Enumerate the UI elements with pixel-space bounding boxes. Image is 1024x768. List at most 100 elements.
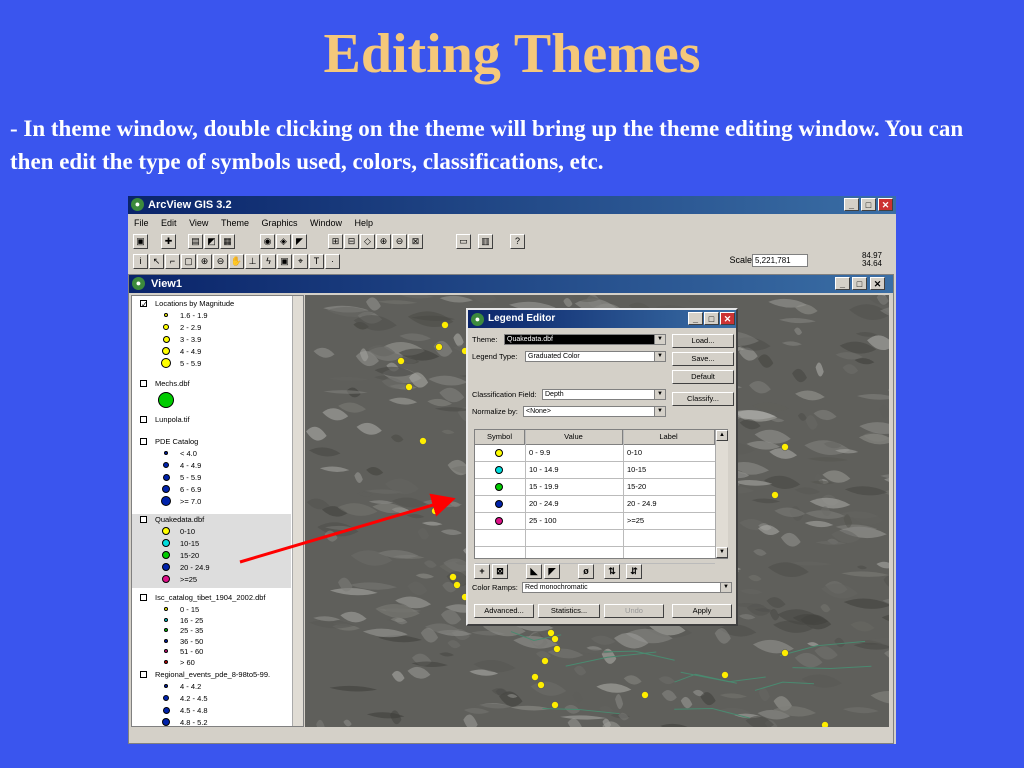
zoom-in-icon[interactable]: ⊕ bbox=[376, 234, 391, 249]
legend-empty-row[interactable] bbox=[475, 547, 715, 564]
add-class-icon[interactable]: + bbox=[474, 564, 490, 579]
class-symbol[interactable] bbox=[495, 483, 503, 491]
class-label[interactable]: 10-15 bbox=[627, 462, 646, 478]
class-label[interactable]: >=25 bbox=[627, 513, 644, 529]
add-theme-icon[interactable]: ✚ bbox=[161, 234, 176, 249]
color-ramps-select[interactable]: Red monochromatic ▼ bbox=[522, 582, 732, 593]
hotlink-icon[interactable]: ϟ bbox=[261, 254, 276, 269]
legend-class-row[interactable]: 0 - 9.9 0-10 bbox=[475, 445, 715, 462]
menu-window[interactable]: Window bbox=[310, 215, 342, 231]
pan-icon[interactable]: ✋ bbox=[229, 254, 244, 269]
zoom-in-tool-icon[interactable]: ⊕ bbox=[197, 254, 212, 269]
draw-point-icon[interactable]: · bbox=[325, 254, 340, 269]
theme-visibility-checkbox[interactable] bbox=[140, 516, 147, 523]
chart-icon[interactable]: ▥ bbox=[478, 234, 493, 249]
identify-icon[interactable]: i bbox=[133, 254, 148, 269]
theme-select[interactable]: Quakedata.dbf ▼ bbox=[504, 334, 666, 345]
theme-visibility-checkbox[interactable] bbox=[140, 671, 147, 678]
sort-classes-icon[interactable]: ⇵ bbox=[626, 564, 642, 579]
minimize-button[interactable]: _ bbox=[844, 198, 859, 211]
default-button[interactable]: Default bbox=[672, 370, 734, 384]
load-button[interactable]: Load... bbox=[672, 334, 734, 348]
theme-properties-icon[interactable]: ▤ bbox=[188, 234, 203, 249]
color-ramp-icon[interactable]: ◤ bbox=[544, 564, 560, 579]
class-value[interactable]: 25 - 100 bbox=[529, 513, 557, 529]
find-icon[interactable]: ◉ bbox=[260, 234, 275, 249]
toc-theme[interactable]: Quakedata.dbf 0-10 10-15 15-20 20 - 24.9 >=25 bbox=[132, 514, 291, 588]
theme-visibility-checkbox[interactable] bbox=[140, 438, 147, 445]
view-maximize-button[interactable]: □ bbox=[852, 277, 867, 290]
undo-button[interactable]: Undo bbox=[604, 604, 664, 618]
symbol-ramp-icon[interactable]: ◣ bbox=[526, 564, 542, 579]
edit-legend-icon[interactable]: ◩ bbox=[204, 234, 219, 249]
toc-theme[interactable]: Regional_events_pde_8-98to5-99. 4 - 4.2 4.… bbox=[132, 669, 291, 726]
zoom-selected-icon[interactable]: ◇ bbox=[360, 234, 375, 249]
theme-visibility-checkbox[interactable] bbox=[140, 380, 147, 387]
col-value[interactable]: Value bbox=[525, 430, 623, 444]
legend-class-row[interactable]: 20 - 24.9 20 - 24.9 bbox=[475, 496, 715, 513]
select-feature-icon[interactable]: ▢ bbox=[181, 254, 196, 269]
view-minimize-button[interactable]: _ bbox=[835, 277, 850, 290]
legend-minimize-button[interactable]: _ bbox=[688, 312, 703, 325]
close-button[interactable]: ✕ bbox=[878, 198, 893, 211]
legend-empty-row[interactable] bbox=[475, 530, 715, 547]
text-icon[interactable]: T bbox=[309, 254, 324, 269]
class-symbol[interactable] bbox=[495, 500, 503, 508]
theme-visibility-checkbox[interactable]: ✓ bbox=[140, 300, 148, 309]
theme-visibility-checkbox[interactable] bbox=[140, 416, 147, 423]
class-symbol[interactable] bbox=[495, 466, 503, 474]
menu-theme[interactable]: Theme bbox=[221, 215, 249, 231]
pointer-icon[interactable]: ↖ bbox=[149, 254, 164, 269]
zoom-active-icon[interactable]: ⊟ bbox=[344, 234, 359, 249]
class-value[interactable]: 20 - 24.9 bbox=[529, 496, 559, 512]
toc-scrollbar[interactable] bbox=[292, 296, 303, 726]
save-project-icon[interactable]: ▣ bbox=[133, 234, 148, 249]
col-label[interactable]: Label bbox=[623, 430, 715, 444]
toc-theme[interactable]: ✓ Locations by Magnitude 1.6 - 1.9 2 - 2.9 3… bbox=[132, 298, 291, 376]
clear-selection-icon[interactable]: ⊠ bbox=[408, 234, 423, 249]
locate-icon[interactable]: ◈ bbox=[276, 234, 291, 249]
zoom-full-icon[interactable]: ⊞ bbox=[328, 234, 343, 249]
legend-maximize-button[interactable]: □ bbox=[704, 312, 719, 325]
classification-field-select[interactable]: Depth ▼ bbox=[542, 389, 666, 400]
query-icon[interactable]: ◤ bbox=[292, 234, 307, 249]
class-label[interactable]: 0-10 bbox=[627, 445, 642, 461]
menu-graphics[interactable]: Graphics bbox=[261, 215, 297, 231]
menu-view[interactable]: View bbox=[189, 215, 208, 231]
table-of-contents[interactable]: ✓ Locations by Magnitude 1.6 - 1.9 2 - 2.9 3… bbox=[131, 295, 304, 727]
theme-visibility-checkbox[interactable] bbox=[140, 594, 147, 601]
legend-table-scrollbar[interactable]: ▲ ▼ bbox=[715, 430, 728, 558]
scroll-down-icon[interactable]: ▼ bbox=[716, 547, 728, 558]
zoom-out-icon[interactable]: ⊖ bbox=[392, 234, 407, 249]
legend-class-row[interactable]: 15 - 19.9 15-20 bbox=[475, 479, 715, 496]
legend-class-row[interactable]: 25 - 100 >=25 bbox=[475, 513, 715, 530]
class-label[interactable]: 15-20 bbox=[627, 479, 646, 495]
advanced-button[interactable]: Advanced... bbox=[474, 604, 534, 618]
apply-button[interactable]: Apply bbox=[672, 604, 732, 618]
class-value[interactable]: 0 - 9.9 bbox=[529, 445, 550, 461]
scroll-up-icon[interactable]: ▲ bbox=[716, 430, 728, 441]
class-label[interactable]: 20 - 24.9 bbox=[627, 496, 657, 512]
menu-file[interactable]: File bbox=[134, 215, 149, 231]
toc-theme[interactable]: Mechs.dbf bbox=[132, 378, 291, 408]
class-value[interactable]: 15 - 19.9 bbox=[529, 479, 559, 495]
col-symbol[interactable]: Symbol bbox=[475, 430, 525, 444]
layout-icon[interactable]: ▭ bbox=[456, 234, 471, 249]
help-icon[interactable]: ? bbox=[510, 234, 525, 249]
legend-close-button[interactable]: ✕ bbox=[720, 312, 735, 325]
menu-help[interactable]: Help bbox=[355, 215, 374, 231]
toc-theme[interactable]: Lunpola.tif bbox=[132, 414, 291, 434]
normalize-select[interactable]: <None> ▼ bbox=[523, 406, 666, 417]
zoom-out-tool-icon[interactable]: ⊖ bbox=[213, 254, 228, 269]
toc-theme[interactable]: Isc_catalog_tibet_1904_2002.dbf 0 - 15 16 … bbox=[132, 592, 291, 667]
view-close-button[interactable]: ✕ bbox=[870, 277, 885, 290]
legend-type-select[interactable]: Graduated Color ▼ bbox=[525, 351, 666, 362]
class-symbol[interactable] bbox=[495, 517, 503, 525]
null-value-icon[interactable]: ø bbox=[578, 564, 594, 579]
toc-theme[interactable]: PDE Catalog < 4.0 4 - 4.9 5 - 5.9 6 - 6.9 >= … bbox=[132, 436, 291, 510]
class-value[interactable]: 10 - 14.9 bbox=[529, 462, 559, 478]
save-button[interactable]: Save... bbox=[672, 352, 734, 366]
legend-class-row[interactable]: 10 - 14.9 10-15 bbox=[475, 462, 715, 479]
vertex-edit-icon[interactable]: ⌐ bbox=[165, 254, 180, 269]
class-symbol[interactable] bbox=[495, 449, 503, 457]
